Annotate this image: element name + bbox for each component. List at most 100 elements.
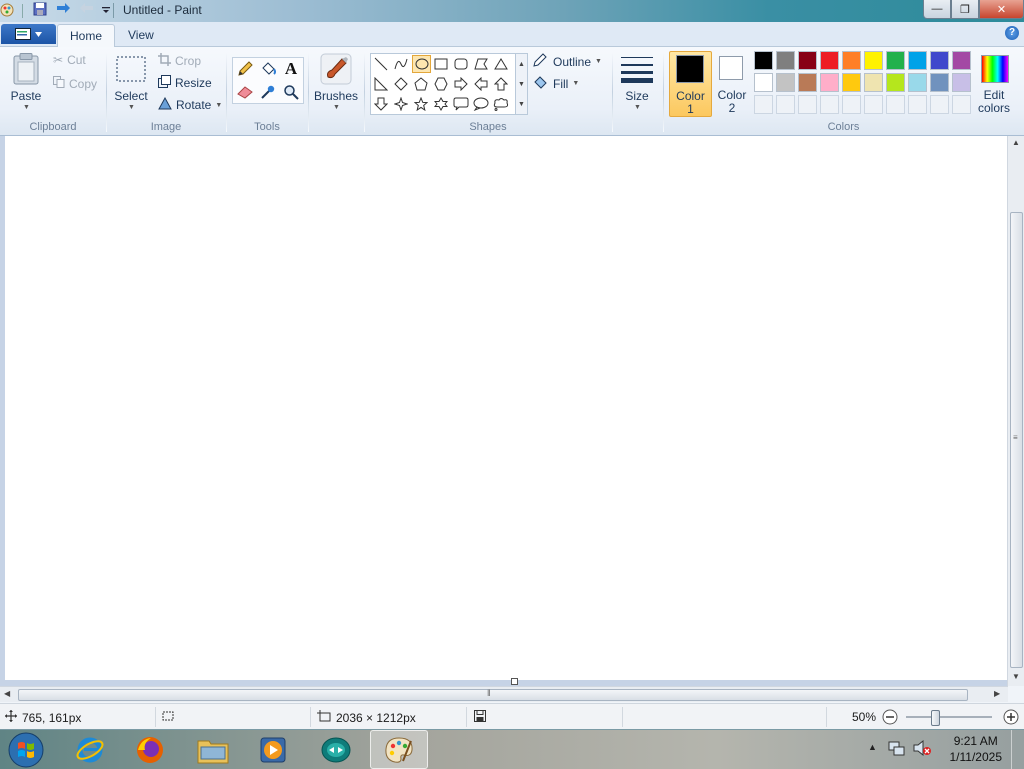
taskbar-firefox[interactable] bbox=[122, 730, 178, 769]
palette-color-swatch[interactable] bbox=[842, 51, 861, 70]
palette-color-swatch[interactable] bbox=[930, 51, 949, 70]
diamond-shape-icon[interactable] bbox=[392, 75, 410, 93]
cut-button[interactable]: ✂ Cut bbox=[53, 53, 86, 67]
cloud-callout-shape-icon[interactable] bbox=[492, 95, 510, 113]
rounded-rectangle-shape-icon[interactable] bbox=[452, 55, 470, 73]
pentagon-shape-icon[interactable] bbox=[412, 75, 430, 93]
color-picker-icon[interactable] bbox=[258, 82, 278, 102]
rectangle-shape-icon[interactable] bbox=[432, 55, 450, 73]
close-button[interactable]: ✕ bbox=[979, 0, 1024, 19]
brushes-button[interactable]: Brushes ▼ bbox=[312, 51, 360, 113]
palette-color-swatch[interactable] bbox=[798, 51, 817, 70]
eraser-icon[interactable] bbox=[235, 82, 255, 102]
palette-custom-slot[interactable] bbox=[886, 95, 905, 114]
palette-color-swatch[interactable] bbox=[776, 73, 795, 92]
zoom-out-button[interactable] bbox=[882, 709, 898, 725]
paint-menu-button[interactable] bbox=[1, 24, 56, 44]
six-point-star-shape-icon[interactable] bbox=[432, 95, 450, 113]
scroll-right-arrow-icon[interactable]: ▶ bbox=[994, 689, 1000, 698]
palette-color-swatch[interactable] bbox=[886, 73, 905, 92]
palette-color-swatch[interactable] bbox=[798, 73, 817, 92]
palette-custom-slot[interactable] bbox=[798, 95, 817, 114]
minimize-button[interactable]: — bbox=[923, 0, 951, 19]
horizontal-scrollbar[interactable]: ◀ ‖ ▶ bbox=[0, 686, 1008, 702]
tab-view[interactable]: View bbox=[116, 24, 166, 46]
palette-color-swatch[interactable] bbox=[842, 73, 861, 92]
maximize-button[interactable]: ❐ bbox=[951, 0, 979, 19]
palette-color-swatch[interactable] bbox=[952, 73, 971, 92]
taskbar-media-player[interactable] bbox=[245, 730, 301, 769]
expand-gallery-icon[interactable]: ▼ bbox=[518, 101, 525, 108]
palette-color-swatch[interactable] bbox=[908, 51, 927, 70]
resize-button[interactable]: Resize bbox=[158, 75, 212, 91]
palette-custom-slot[interactable] bbox=[952, 95, 971, 114]
triangle-shape-icon[interactable] bbox=[492, 55, 510, 73]
palette-color-swatch[interactable] bbox=[820, 51, 839, 70]
up-arrow-shape-icon[interactable] bbox=[492, 75, 510, 93]
palette-custom-slot[interactable] bbox=[776, 95, 795, 114]
palette-custom-slot[interactable] bbox=[842, 95, 861, 114]
palette-color-swatch[interactable] bbox=[930, 73, 949, 92]
horizontal-scroll-thumb[interactable]: ‖ bbox=[18, 688, 968, 701]
line-shape-icon[interactable] bbox=[372, 55, 390, 73]
pencil-icon[interactable] bbox=[235, 59, 255, 79]
left-arrow-shape-icon[interactable] bbox=[472, 75, 490, 93]
palette-color-swatch[interactable] bbox=[952, 51, 971, 70]
palette-color-swatch[interactable] bbox=[908, 73, 927, 92]
five-point-star-shape-icon[interactable] bbox=[412, 95, 430, 113]
palette-custom-slot[interactable] bbox=[930, 95, 949, 114]
curve-shape-icon[interactable] bbox=[392, 55, 410, 73]
taskbar-internet-explorer[interactable] bbox=[62, 730, 118, 769]
palette-custom-slot[interactable] bbox=[754, 95, 773, 114]
right-arrow-shape-icon[interactable] bbox=[452, 75, 470, 93]
right-triangle-shape-icon[interactable] bbox=[372, 75, 390, 93]
help-icon[interactable]: ? bbox=[1005, 26, 1019, 40]
oval-callout-shape-icon[interactable] bbox=[472, 95, 490, 113]
palette-color-swatch[interactable] bbox=[886, 51, 905, 70]
show-desktop-button[interactable] bbox=[1011, 730, 1024, 769]
magnifier-icon[interactable] bbox=[281, 82, 301, 102]
taskbar-teamviewer[interactable] bbox=[308, 730, 364, 769]
select-button[interactable]: Select ▼ bbox=[113, 51, 149, 113]
palette-custom-slot[interactable] bbox=[820, 95, 839, 114]
customize-qat-icon[interactable] bbox=[101, 4, 111, 18]
scroll-up-icon[interactable]: ▲ bbox=[518, 61, 525, 68]
paste-button[interactable]: Paste ▼ bbox=[6, 51, 46, 113]
polygon-shape-icon[interactable] bbox=[472, 55, 490, 73]
shapes-gallery-scroller[interactable]: ▲ ▼ ▼ bbox=[515, 53, 528, 115]
vertical-scrollbar[interactable]: ▲ ≡ ▼ bbox=[1007, 136, 1024, 686]
scroll-left-arrow-icon[interactable]: ◀ bbox=[4, 689, 10, 698]
zoom-in-button[interactable] bbox=[1003, 709, 1019, 725]
color-1-button[interactable]: Color 1 bbox=[669, 51, 712, 117]
palette-custom-slot[interactable] bbox=[864, 95, 883, 114]
palette-custom-slot[interactable] bbox=[908, 95, 927, 114]
scroll-down-icon[interactable]: ▼ bbox=[518, 81, 525, 88]
palette-color-swatch[interactable] bbox=[776, 51, 795, 70]
show-hidden-icons-button[interactable]: ▲ bbox=[868, 742, 877, 752]
canvas-resize-handle[interactable] bbox=[511, 678, 518, 685]
size-button[interactable]: Size ▼ bbox=[616, 51, 658, 113]
redo-arrow-icon[interactable] bbox=[55, 2, 71, 19]
tab-home[interactable]: Home bbox=[57, 24, 116, 47]
undo-arrow-icon[interactable] bbox=[79, 2, 95, 19]
rounded-callout-shape-icon[interactable] bbox=[452, 95, 470, 113]
palette-color-swatch[interactable] bbox=[864, 51, 883, 70]
fill-bucket-icon[interactable] bbox=[258, 59, 278, 79]
palette-color-swatch[interactable] bbox=[754, 51, 773, 70]
save-icon[interactable] bbox=[33, 2, 47, 19]
crop-button[interactable]: Crop bbox=[158, 53, 201, 69]
edit-colors-button[interactable]: Edit colors bbox=[976, 51, 1012, 115]
paint-app-icon[interactable] bbox=[0, 3, 14, 17]
outline-button[interactable]: Outline ▼ bbox=[533, 53, 602, 70]
palette-color-swatch[interactable] bbox=[864, 73, 883, 92]
zoom-slider[interactable] bbox=[906, 710, 992, 726]
taskbar-file-explorer[interactable] bbox=[185, 730, 241, 769]
system-clock[interactable]: 9:21 AM 1/11/2025 bbox=[950, 733, 1003, 765]
start-button[interactable] bbox=[0, 730, 52, 769]
hexagon-shape-icon[interactable] bbox=[432, 75, 450, 93]
taskbar-paint[interactable] bbox=[370, 730, 428, 769]
scroll-down-arrow-icon[interactable]: ▼ bbox=[1012, 672, 1020, 681]
network-icon[interactable] bbox=[888, 739, 906, 760]
zoom-slider-thumb[interactable] bbox=[931, 710, 940, 726]
palette-color-swatch[interactable] bbox=[754, 73, 773, 92]
